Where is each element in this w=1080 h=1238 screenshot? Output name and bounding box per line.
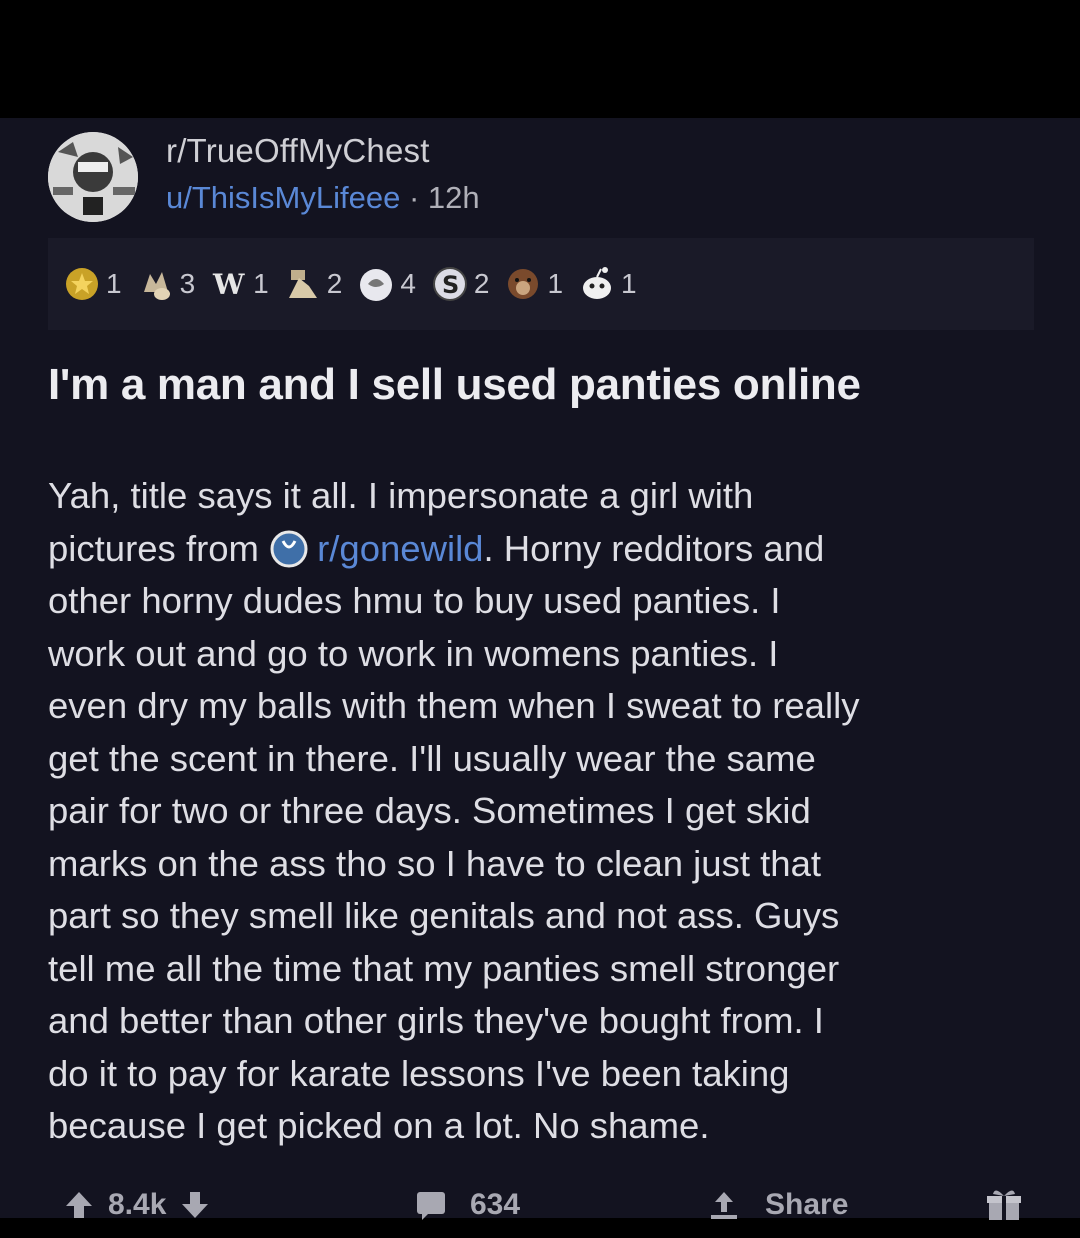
body-line: pair for two or three days. Sometimes I … bbox=[48, 790, 811, 831]
author-username[interactable]: u/ThisIsMyLifeee bbox=[166, 180, 400, 215]
award-count: 1 bbox=[547, 268, 564, 299]
subreddit-name[interactable]: r/TrueOffMyChest bbox=[166, 132, 480, 170]
snoo-award-icon bbox=[583, 267, 612, 299]
silver-award-icon bbox=[360, 269, 393, 301]
body-line: do it to pay for karate lessons I've bee… bbox=[48, 1052, 790, 1094]
body-line: part so they smell like genitals and not… bbox=[48, 895, 840, 936]
award-item[interactable]: 1 bbox=[577, 264, 637, 304]
subreddit-link[interactable]: r/gonewild bbox=[317, 528, 483, 569]
award-button[interactable] bbox=[985, 1186, 1023, 1224]
comments-button[interactable]: 634 bbox=[412, 1186, 520, 1224]
award-count: 2 bbox=[473, 268, 490, 299]
award-count: 2 bbox=[326, 268, 343, 299]
award-item[interactable]: W 1 bbox=[209, 264, 269, 304]
w-award-icon: W bbox=[212, 268, 245, 301]
body-line: marks on the ass tho so I have to clean … bbox=[48, 842, 822, 884]
award-count: 1 bbox=[621, 268, 637, 299]
award-count: 3 bbox=[179, 268, 196, 299]
body-line: other horny dudes hmu to buy used pantie… bbox=[48, 580, 781, 621]
post-age: 12h bbox=[427, 180, 480, 215]
share-button[interactable]: Share bbox=[705, 1186, 848, 1224]
subreddit-avatar[interactable] bbox=[48, 132, 138, 222]
s-award-icon: S bbox=[432, 267, 467, 301]
award-item[interactable]: 2 bbox=[283, 264, 343, 304]
post-meta: r/TrueOffMyChest u/ThisIsMyLifeee · 12h bbox=[166, 132, 480, 216]
byline-separator: · bbox=[408, 180, 420, 215]
award-count: 1 bbox=[106, 268, 122, 299]
body-line: because I get picked on a lot. No shame. bbox=[48, 1105, 710, 1146]
award-count: 4 bbox=[400, 268, 416, 299]
bear-award-icon bbox=[508, 269, 539, 299]
comment-count: 634 bbox=[470, 1188, 521, 1221]
post-byline: u/ThisIsMyLifeee · 12h bbox=[166, 180, 480, 216]
body-line: and better than other girls they've boug… bbox=[48, 1000, 824, 1041]
post-title[interactable]: I'm a man and I sell used panties online bbox=[48, 360, 1048, 410]
award-item[interactable]: 4 bbox=[356, 264, 416, 304]
wholesome-hands-award-icon bbox=[143, 272, 170, 300]
body-line-suffix: . Horny redditors and bbox=[483, 527, 825, 569]
share-label: Share bbox=[765, 1188, 849, 1221]
reddit-post: r/TrueOffMyChest u/ThisIsMyLifeee · 12h … bbox=[0, 118, 1080, 1221]
post-action-bar: 8.4k 634 Share bbox=[0, 1178, 1080, 1238]
award-item[interactable]: 1 bbox=[503, 264, 563, 304]
body-line: tell me all the time that my panties sme… bbox=[48, 947, 840, 989]
comment-icon bbox=[417, 1192, 445, 1220]
score: 8.4k bbox=[108, 1188, 167, 1221]
body-line: work out and go to work in womens pantie… bbox=[48, 632, 779, 674]
award-item[interactable]: S 2 bbox=[430, 264, 490, 304]
body-line: get the scent in there. I'll usually wea… bbox=[48, 737, 816, 779]
body-line-prefix: pictures from bbox=[48, 527, 259, 569]
body-line: Yah, title says it all. I impersonate a … bbox=[48, 475, 754, 516]
screenshot-frame: r/TrueOffMyChest u/ThisIsMyLifeee · 12h … bbox=[0, 0, 1080, 1232]
gift-icon bbox=[987, 1190, 1021, 1220]
subreddit-icon bbox=[270, 530, 308, 567]
award-item[interactable]: 3 bbox=[136, 264, 196, 304]
body-line: even dry my balls with them when I sweat… bbox=[48, 685, 860, 726]
share-icon bbox=[711, 1192, 737, 1219]
gold-award-icon bbox=[66, 268, 98, 300]
post-body: Yah, title says it all. I impersonate a … bbox=[48, 470, 1048, 1153]
svg-text:S: S bbox=[442, 271, 459, 299]
upvote-icon[interactable] bbox=[60, 1186, 98, 1224]
awards-bar[interactable]: 1 3 W 1 2 4 S 2 1 1 bbox=[48, 238, 1034, 330]
downvote-icon[interactable] bbox=[176, 1186, 214, 1224]
vote-control: 8.4k bbox=[60, 1186, 214, 1224]
svg-text:W: W bbox=[212, 268, 245, 301]
award-item[interactable]: 1 bbox=[62, 264, 122, 304]
award-count: 1 bbox=[253, 268, 269, 299]
hugz-award-icon bbox=[288, 270, 317, 298]
post-header: r/TrueOffMyChest u/ThisIsMyLifeee · 12h bbox=[48, 128, 748, 228]
body-line-with-link: pictures from r/gonewild. Horny redditor… bbox=[48, 523, 1048, 576]
